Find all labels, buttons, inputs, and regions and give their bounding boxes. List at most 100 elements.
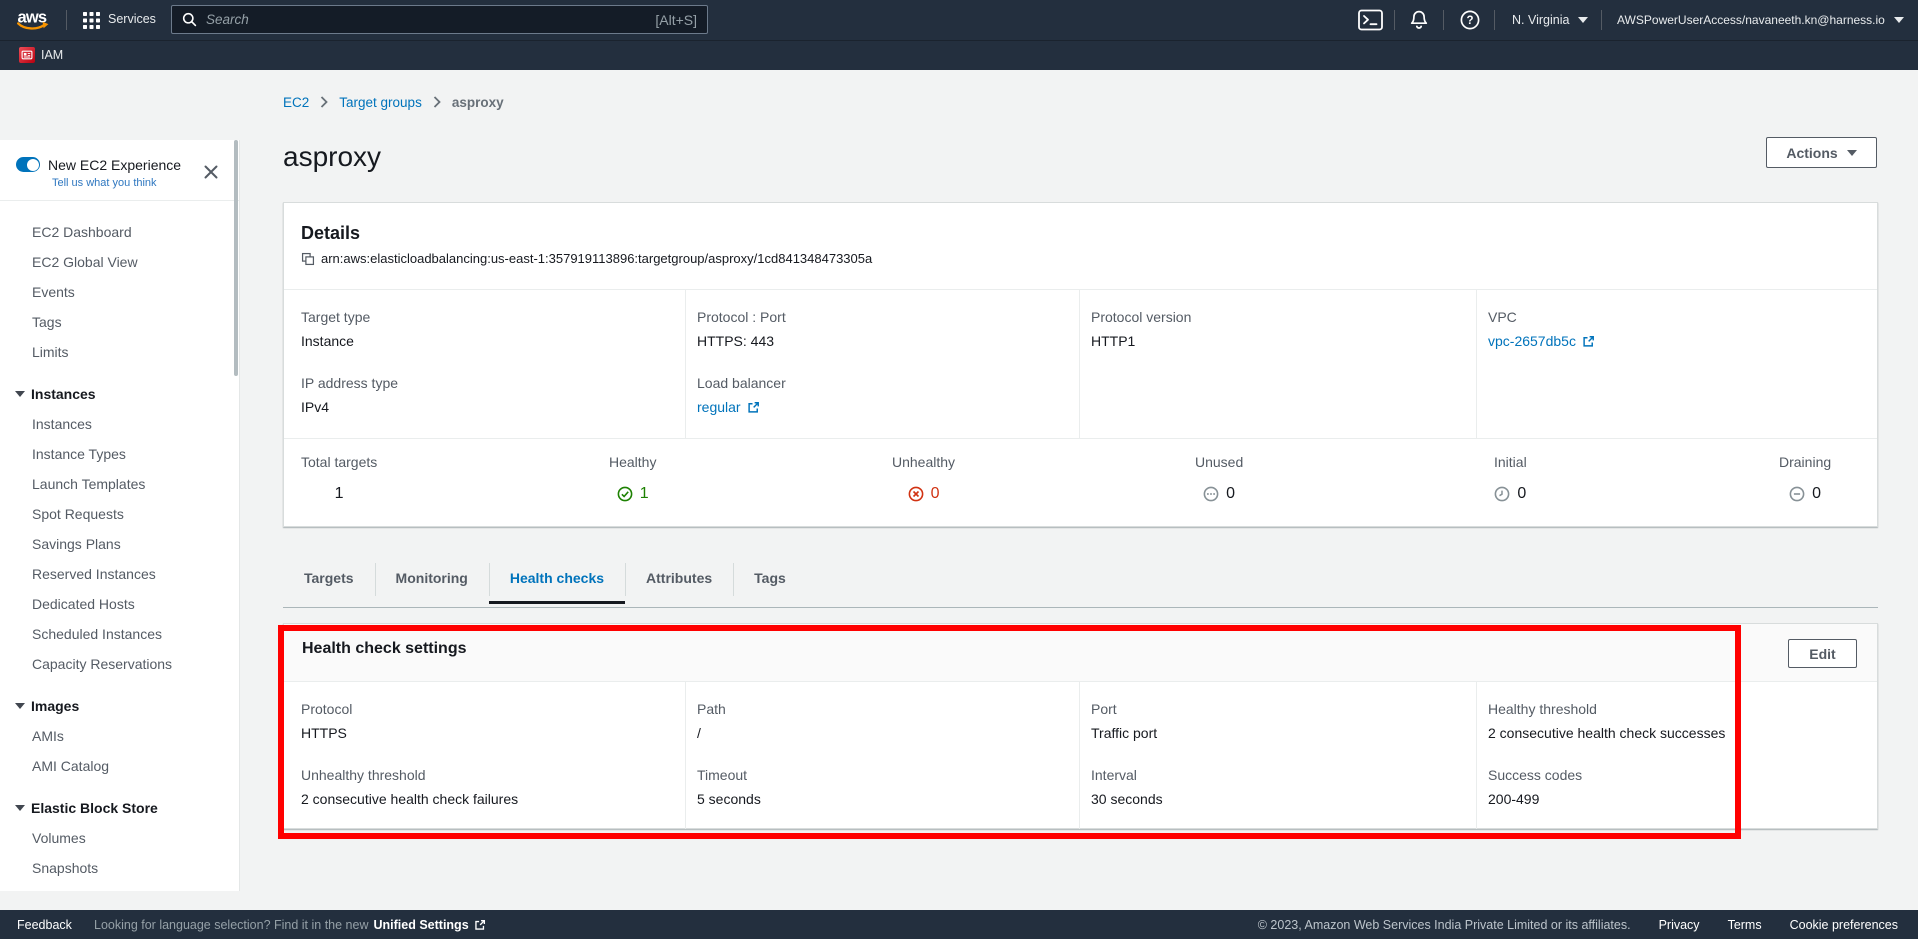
- feedback-link[interactable]: Feedback: [17, 918, 94, 932]
- sidebar-scrollbar[interactable]: [234, 140, 238, 376]
- sidebar-section-ebs[interactable]: Elastic Block Store: [0, 793, 239, 823]
- new-experience-toggle[interactable]: [16, 157, 40, 172]
- account-menu[interactable]: AWSPowerUserAccess/navaneeth.kn@harness.…: [1617, 0, 1904, 40]
- sidebar-item-events[interactable]: Events: [0, 277, 239, 307]
- sidebar-item-instance-types[interactable]: Instance Types: [0, 439, 239, 469]
- actions-button[interactable]: Actions: [1766, 137, 1877, 168]
- sidebar-item-ec2-global-view[interactable]: EC2 Global View: [0, 247, 239, 277]
- sidebar-item-amis[interactable]: AMIs: [0, 721, 239, 751]
- tab-health-checks[interactable]: Health checks: [489, 560, 625, 604]
- arn-text: arn:aws:elasticloadbalancing:us-east-1:3…: [321, 251, 872, 266]
- caret-down-icon: [1847, 150, 1857, 156]
- divider: [66, 10, 67, 30]
- clock-circle-icon: [1494, 486, 1510, 502]
- details-col-1: Target typeInstance IP address typeIPv4: [284, 290, 685, 438]
- sidebar-item-reserved-instances[interactable]: Reserved Instances: [0, 559, 239, 589]
- unified-settings-label: Unified Settings: [374, 918, 469, 932]
- services-grid-icon[interactable]: [83, 12, 100, 29]
- sidebar-nav: EC2 Dashboard EC2 Global View Events Tag…: [0, 201, 239, 883]
- field-value: HTTPS: [301, 723, 675, 743]
- breadcrumb: EC2 Target groups asproxy: [283, 92, 504, 112]
- tab-tags[interactable]: Tags: [733, 560, 807, 604]
- copyright-text: © 2023, Amazon Web Services India Privat…: [1258, 918, 1631, 932]
- arn-row: arn:aws:elasticloadbalancing:us-east-1:3…: [301, 251, 1857, 266]
- help-icon[interactable]: ?: [1460, 10, 1480, 30]
- stat-value: 0: [892, 484, 955, 504]
- cookie-preferences-link[interactable]: Cookie preferences: [1790, 918, 1898, 932]
- sidebar-item-savings-plans[interactable]: Savings Plans: [0, 529, 239, 559]
- sidebar-item-ec2-dashboard[interactable]: EC2 Dashboard: [0, 217, 239, 247]
- field-value: Instance: [301, 331, 675, 351]
- tell-us-link[interactable]: Tell us what you think: [52, 176, 157, 190]
- link-text: vpc-2657db5c: [1488, 331, 1576, 351]
- details-card: Details arn:aws:elasticloadbalancing:us-…: [283, 202, 1878, 527]
- search-input[interactable]: [206, 12, 655, 27]
- vpc-link[interactable]: vpc-2657db5c: [1488, 331, 1867, 351]
- sidebar-panel: New EC2 Experience Tell us what you thin…: [0, 140, 240, 891]
- breadcrumb-target-groups[interactable]: Target groups: [339, 95, 422, 110]
- aws-logo[interactable]: aws: [17, 9, 50, 32]
- tab-attributes[interactable]: Attributes: [625, 560, 733, 604]
- field-value: 200-499: [1488, 789, 1867, 809]
- stat-label: Initial: [1494, 452, 1527, 472]
- region-label: N. Virginia: [1512, 13, 1569, 27]
- sidebar-item-spot-requests[interactable]: Spot Requests: [0, 499, 239, 529]
- tab-targets[interactable]: Targets: [283, 560, 375, 604]
- sidebar-item-instances[interactable]: Instances: [0, 409, 239, 439]
- region-selector[interactable]: N. Virginia: [1512, 0, 1588, 40]
- edit-button[interactable]: Edit: [1788, 639, 1857, 668]
- details-header: Details arn:aws:elasticloadbalancing:us-…: [284, 203, 1877, 290]
- sidebar-item-launch-templates[interactable]: Launch Templates: [0, 469, 239, 499]
- field-value: HTTP1: [1091, 331, 1466, 351]
- privacy-link[interactable]: Privacy: [1659, 918, 1700, 932]
- sidebar-item-scheduled-instances[interactable]: Scheduled Instances: [0, 619, 239, 649]
- field-label: Healthy threshold: [1488, 699, 1867, 719]
- sidebar-item-limits[interactable]: Limits: [0, 337, 239, 367]
- close-icon[interactable]: [204, 165, 218, 179]
- search-box[interactable]: [Alt+S]: [171, 5, 708, 34]
- edit-button-label: Edit: [1809, 646, 1835, 662]
- notifications-bell-icon[interactable]: [1408, 8, 1430, 32]
- details-grid: Target typeInstance IP address typeIPv4 …: [284, 290, 1877, 439]
- cloudshell-icon[interactable]: [1358, 9, 1383, 31]
- stat-total-targets: Total targets 1: [301, 452, 377, 504]
- iam-shortcut[interactable]: IAM: [41, 48, 63, 62]
- copy-icon[interactable]: [301, 252, 315, 266]
- field-label: Port: [1091, 699, 1466, 719]
- tab-monitoring[interactable]: Monitoring: [375, 560, 489, 604]
- sidebar-item-snapshots[interactable]: Snapshots: [0, 853, 239, 883]
- health-col-1: ProtocolHTTPS Unhealthy threshold2 conse…: [284, 682, 685, 829]
- details-col-4: VPC vpc-2657db5c: [1476, 290, 1877, 438]
- search-shortcut-hint: [Alt+S]: [655, 12, 697, 28]
- tab-divider: [283, 607, 1878, 608]
- stat-unused: Unused 0: [1195, 452, 1243, 504]
- new-experience-title: New EC2 Experience: [48, 157, 181, 173]
- search-icon: [182, 12, 197, 27]
- services-menu[interactable]: Services: [108, 12, 156, 26]
- main-content: EC2 Target groups asproxy asproxy Action…: [240, 70, 1918, 910]
- health-col-3: PortTraffic port Interval30 seconds: [1079, 682, 1476, 829]
- link-text: regular: [697, 397, 741, 417]
- sidebar-item-tags[interactable]: Tags: [0, 307, 239, 337]
- divider: [1601, 10, 1602, 30]
- sidebar-section-instances[interactable]: Instances: [0, 379, 239, 409]
- sidebar-item-ami-catalog[interactable]: AMI Catalog: [0, 751, 239, 781]
- minus-circle-icon: [1789, 486, 1805, 502]
- breadcrumb-ec2[interactable]: EC2: [283, 95, 309, 110]
- sidebar-section-images[interactable]: Images: [0, 691, 239, 721]
- unified-settings-link[interactable]: Unified Settings: [374, 918, 486, 932]
- sidebar-item-capacity-reservations[interactable]: Capacity Reservations: [0, 649, 239, 679]
- chevron-right-icon: [433, 96, 441, 108]
- load-balancer-link[interactable]: regular: [697, 397, 1069, 417]
- sidebar-item-dedicated-hosts[interactable]: Dedicated Hosts: [0, 589, 239, 619]
- stat-value: 0: [1494, 484, 1527, 504]
- iam-service-icon[interactable]: [19, 47, 35, 63]
- terms-link[interactable]: Terms: [1728, 918, 1762, 932]
- sidebar-item-volumes[interactable]: Volumes: [0, 823, 239, 853]
- health-col-4: Healthy threshold2 consecutive health ch…: [1476, 682, 1877, 829]
- stat-label: Draining: [1779, 452, 1831, 472]
- field-label: Unhealthy threshold: [301, 765, 675, 785]
- field-label: Interval: [1091, 765, 1466, 785]
- actions-button-label: Actions: [1786, 145, 1837, 161]
- field-label: VPC: [1488, 307, 1867, 327]
